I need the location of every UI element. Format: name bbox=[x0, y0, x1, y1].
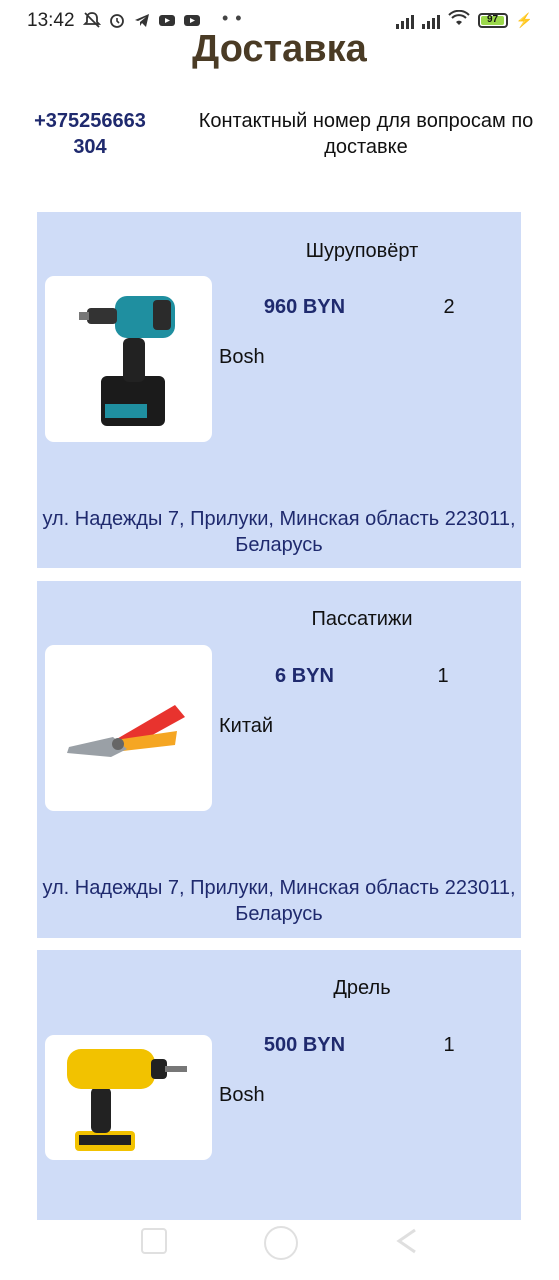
more-notifications-icon: • • bbox=[222, 8, 243, 28]
alarm-icon bbox=[107, 10, 126, 29]
nav-recents-button[interactable] bbox=[141, 1228, 167, 1254]
signal-icon bbox=[395, 13, 414, 29]
product-quantity: 2 bbox=[443, 296, 455, 318]
order-card[interactable]: Шуруповёрт 960 BYN 2 Bosh ул. Надежды 7,… bbox=[37, 212, 521, 568]
nav-back-button[interactable] bbox=[395, 1228, 419, 1259]
product-brand: Bosh bbox=[219, 1084, 265, 1106]
battery-icon: 97 bbox=[477, 13, 508, 28]
contact-phone[interactable]: +375256663304 bbox=[30, 108, 150, 160]
product-name: Дрель bbox=[333, 977, 391, 999]
contact-phone-caption: Контактный номер для вопросам по доставк… bbox=[198, 110, 534, 158]
battery-level: 97 bbox=[487, 14, 499, 25]
product-quantity: 1 bbox=[443, 1034, 455, 1056]
delivery-address: ул. Надежды 7, Прилуки, Минская область … bbox=[42, 877, 516, 925]
delivery-address: ул. Надежды 7, Прилуки, Минская область … bbox=[42, 508, 516, 556]
product-price: 960 BYN bbox=[263, 296, 346, 318]
product-name: Шуруповёрт bbox=[305, 240, 419, 262]
product-price: 500 BYN bbox=[263, 1034, 346, 1056]
charging-icon: ⚡ bbox=[515, 12, 533, 28]
youtube-icon bbox=[157, 10, 176, 29]
product-name: Пассатижи bbox=[311, 608, 413, 630]
product-brand: Китай bbox=[219, 715, 274, 737]
order-card[interactable]: Пассатижи 6 BYN 1 Китай ул. Надежды 7, П… bbox=[37, 581, 521, 938]
product-image[interactable] bbox=[45, 1035, 212, 1160]
product-quantity: 1 bbox=[437, 665, 449, 687]
product-price: 6 BYN bbox=[275, 665, 334, 687]
youtube-icon bbox=[182, 10, 201, 29]
drill-yellow-icon bbox=[67, 1049, 187, 1151]
page-title: Доставка bbox=[192, 28, 367, 70]
notification-icons bbox=[82, 10, 201, 29]
cordless-drill-teal-icon bbox=[79, 296, 175, 426]
product-image[interactable] bbox=[45, 645, 212, 811]
pliers-red-icon bbox=[67, 705, 185, 757]
order-card[interactable]: Дрель 500 BYN 1 Bosh bbox=[37, 950, 521, 1220]
nav-home-button[interactable] bbox=[264, 1226, 298, 1260]
telegram-icon bbox=[132, 10, 151, 29]
muted-bell-icon bbox=[82, 10, 101, 29]
product-image[interactable] bbox=[45, 276, 212, 442]
product-brand: Bosh bbox=[219, 346, 265, 368]
signal-icon bbox=[421, 13, 440, 29]
